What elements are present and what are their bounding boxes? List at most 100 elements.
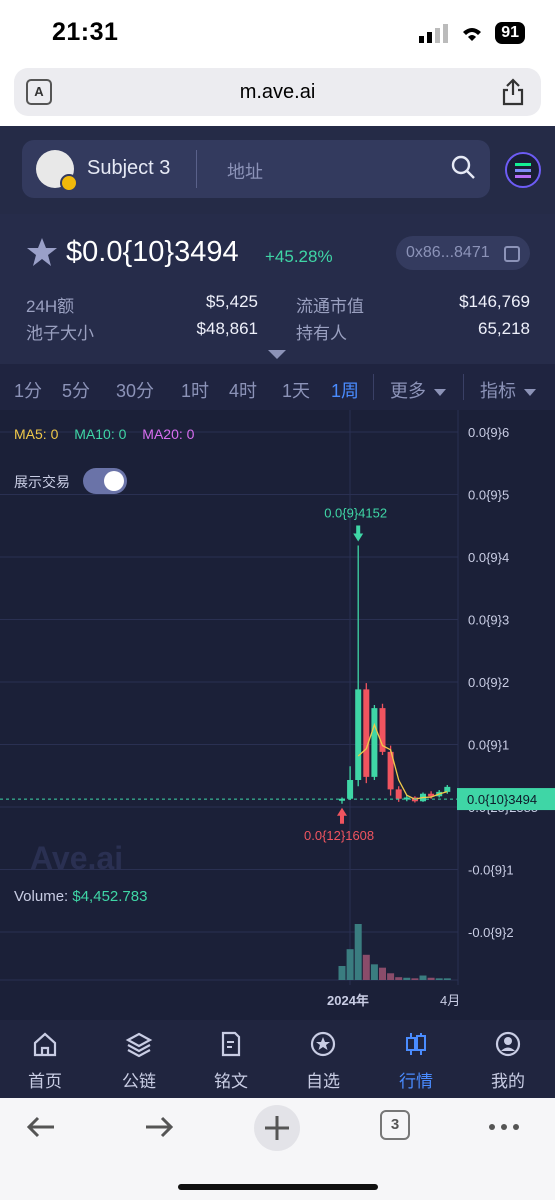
volume-24h-label: 24H额 bbox=[26, 297, 75, 316]
timeframe-1m[interactable]: 1分 bbox=[14, 377, 42, 403]
divider bbox=[196, 150, 197, 188]
market-cap-label: 流通市值 bbox=[296, 297, 364, 316]
layers-icon bbox=[125, 1032, 153, 1058]
favorite-star-icon[interactable] bbox=[26, 236, 58, 268]
nav-market-label: 行情 bbox=[399, 1072, 433, 1091]
volume-bar bbox=[435, 978, 443, 980]
bsc-chain-badge-icon bbox=[60, 174, 78, 192]
browser-toolbar: 3 bbox=[0, 1098, 555, 1200]
url-text[interactable]: m.ave.ai bbox=[14, 81, 541, 104]
nav-inscription-label: 铭文 bbox=[214, 1072, 248, 1091]
expand-caret-icon[interactable] bbox=[268, 350, 286, 359]
y-tick-label: 0.0{9}3 bbox=[468, 613, 509, 628]
token-price: $0.0{10}3494 bbox=[66, 236, 239, 268]
show-trades-toggle[interactable] bbox=[83, 468, 127, 494]
nav-home-label: 首页 bbox=[28, 1072, 62, 1091]
low-arrow-icon bbox=[337, 807, 347, 824]
timeframe-bar: 1分 5分 30分 1时 4时 1天 1周 更多 指标 bbox=[0, 364, 555, 410]
ma10-label: MA10: 0 bbox=[74, 426, 127, 442]
bottom-nav: 首页 公链 铭文 自选 行情 我的 bbox=[0, 1020, 555, 1098]
address-input[interactable]: 地址 bbox=[227, 158, 263, 184]
nav-watchlist[interactable]: 自选 bbox=[288, 1030, 358, 1092]
ave-watermark: Ave.ai bbox=[30, 840, 124, 876]
chevron-down-icon bbox=[524, 388, 536, 396]
ma-legend: MA5: 0 MA10: 0 MA20: 0 bbox=[14, 426, 194, 442]
status-icons: 91 bbox=[419, 22, 525, 44]
volume-bar bbox=[338, 966, 346, 980]
new-tab-button[interactable] bbox=[254, 1105, 300, 1151]
candle-body bbox=[444, 786, 451, 792]
tabs-button[interactable]: 3 bbox=[380, 1110, 410, 1140]
nav-chain[interactable]: 公链 bbox=[104, 1030, 174, 1092]
indicators-dropdown[interactable]: 指标 bbox=[480, 377, 536, 403]
status-time: 21:31 bbox=[52, 18, 119, 46]
holders-value: 65,218 bbox=[478, 319, 530, 338]
token-summary: $0.0{10}3494 +45.28% 0x86...8471 24H额 $5… bbox=[0, 214, 555, 364]
volume-bar bbox=[419, 975, 427, 980]
volume-bar bbox=[346, 949, 354, 980]
pool-size-value: $48,861 bbox=[196, 319, 258, 338]
more-dropdown[interactable]: 更多 bbox=[390, 377, 446, 403]
nav-watchlist-label: 自选 bbox=[306, 1072, 340, 1091]
document-edit-icon bbox=[221, 1031, 241, 1057]
y-axis: 0.0{9}6 0.0{9}5 0.0{9}4 0.0{9}3 0.0{9}2 0.0{9… bbox=[468, 425, 538, 940]
indicators-label: 指标 bbox=[480, 381, 516, 401]
price-chart[interactable]: 0.0{9}6 0.0{9}5 0.0{9}4 0.0{9}3 0.0{9}2 0.0{9… bbox=[0, 410, 555, 1020]
nav-home[interactable]: 首页 bbox=[10, 1030, 80, 1092]
copy-icon[interactable] bbox=[504, 246, 520, 262]
y-tick-label: -0.0{9}2 bbox=[468, 925, 514, 940]
contract-address: 0x86...8471 bbox=[406, 244, 490, 261]
wifi-icon bbox=[463, 28, 482, 41]
current-price-label: 0.0{10}3494 bbox=[467, 792, 537, 807]
user-circle-icon bbox=[495, 1031, 521, 1057]
timeframe-5m[interactable]: 5分 bbox=[62, 377, 90, 403]
volume-bar bbox=[362, 954, 370, 980]
share-icon[interactable] bbox=[501, 78, 525, 106]
back-arrow-icon[interactable] bbox=[24, 1110, 58, 1144]
volume-bar bbox=[403, 977, 411, 980]
divider bbox=[373, 374, 374, 400]
divider bbox=[463, 374, 464, 400]
candlestick-icon bbox=[406, 1033, 426, 1055]
timeframe-4h[interactable]: 4时 bbox=[229, 377, 257, 403]
token-name[interactable]: Subject 3 bbox=[87, 157, 170, 180]
star-circle-icon bbox=[310, 1031, 336, 1057]
holders-label: 持有人 bbox=[296, 324, 347, 343]
nav-market[interactable]: 行情 bbox=[381, 1030, 451, 1092]
volume-bar bbox=[370, 964, 378, 980]
timeframe-30m[interactable]: 30分 bbox=[116, 377, 154, 403]
candle-body bbox=[347, 780, 354, 799]
x-tick-label: 4月 bbox=[440, 993, 460, 1008]
candle-body bbox=[371, 708, 378, 777]
token-search-bar[interactable]: Subject 3 地址 bbox=[22, 140, 490, 198]
url-field[interactable]: A m.ave.ai bbox=[14, 68, 541, 116]
volume-label: Volume: bbox=[14, 888, 69, 905]
home-indicator bbox=[178, 1184, 378, 1190]
candle-body bbox=[395, 789, 402, 799]
search-icon[interactable] bbox=[450, 154, 476, 180]
timeframe-1d[interactable]: 1天 bbox=[282, 377, 310, 403]
y-tick-label: -0.0{9}1 bbox=[468, 863, 514, 878]
volume-bar bbox=[427, 977, 435, 980]
x-tick-label: 2024年 bbox=[327, 993, 369, 1008]
candle-body bbox=[363, 689, 370, 777]
pool-size-label: 池子大小 bbox=[26, 324, 94, 343]
solana-chain-icon[interactable] bbox=[505, 152, 541, 188]
timeframe-1h[interactable]: 1时 bbox=[181, 377, 209, 403]
nav-inscription[interactable]: 铭文 bbox=[196, 1030, 266, 1092]
volume-bar bbox=[379, 967, 386, 980]
volume-value: $4,452.783 bbox=[72, 888, 148, 905]
y-tick-label: 0.0{9}6 bbox=[468, 425, 509, 440]
volume-24h-value: $5,425 bbox=[206, 292, 258, 311]
candlestick-chart[interactable]: 0.0{9}6 0.0{9}5 0.0{9}4 0.0{9}3 0.0{9}2 0.0{9… bbox=[0, 410, 555, 1020]
more-icon[interactable] bbox=[486, 1110, 522, 1144]
price-change: +45.28% bbox=[265, 247, 333, 266]
ma5-label: MA5: 0 bbox=[14, 426, 59, 442]
y-tick-label: 0.0{9}1 bbox=[468, 738, 509, 753]
timeframe-1w[interactable]: 1周 bbox=[331, 377, 359, 403]
contract-address-copy[interactable]: 0x86...8471 bbox=[396, 236, 530, 270]
nav-mine[interactable]: 我的 bbox=[473, 1030, 543, 1092]
forward-arrow-icon[interactable] bbox=[142, 1110, 176, 1144]
volume-bar bbox=[411, 978, 419, 980]
x-axis: 2024年 4月 bbox=[327, 993, 460, 1008]
